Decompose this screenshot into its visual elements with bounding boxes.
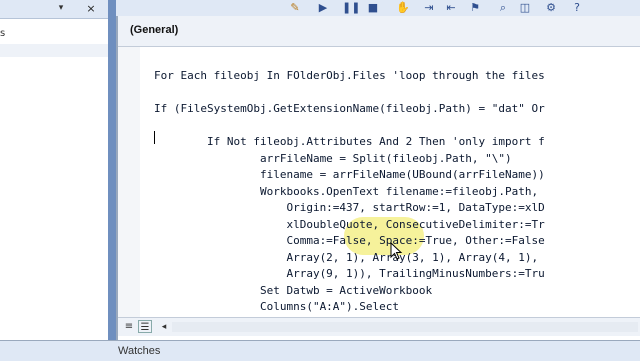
code-line[interactable]: Workbooks.OpenText filename:=fileobj.Pat…	[154, 185, 538, 199]
hand-icon[interactable]: ✋	[396, 1, 410, 15]
design-mode-icon[interactable]: ✎	[288, 1, 302, 15]
scroll-left-icon[interactable]: ◂	[158, 321, 170, 333]
code-line[interactable]: For Each fileobj In FOlderObj.Files 'loo…	[154, 69, 545, 83]
project-explorer-pane: ▾ × s	[0, 0, 109, 340]
project-explorer-toolbar: ▾ ×	[0, 0, 108, 19]
code-editor[interactable]: For Each fileobj In FOlderObj.Files 'loo…	[140, 47, 640, 317]
code-line[interactable]: filename = arrFileName(UBound(arrFileNam…	[154, 168, 545, 182]
full-module-view-button[interactable]: ☰	[138, 320, 152, 333]
watches-title: Watches	[118, 345, 161, 357]
code-window: (General) For Each fileobj In FOlderObj.…	[116, 16, 640, 340]
close-icon[interactable]: ×	[84, 2, 98, 16]
code-line[interactable]: Array(9, 1)), TrailingMinusNumbers:=Tru	[154, 267, 544, 281]
object-combo-bar: (General)	[118, 16, 640, 47]
code-line[interactable]: Comma:=False, Space:=True, Other:=False	[154, 234, 544, 248]
project-tree-row[interactable]	[0, 44, 108, 57]
code-line[interactable]: Array(2, 1), Array(3, 1), Array(4, 1),	[154, 251, 538, 265]
text-caret	[154, 131, 155, 144]
code-line[interactable]: If Not fileobj.Attributes And 2 Then 'on…	[154, 135, 545, 149]
object-browser-icon[interactable]: ◫	[518, 1, 532, 15]
object-combo[interactable]: (General)	[130, 24, 178, 36]
code-window-footer: ≡ ☰ ◂	[118, 317, 640, 336]
code-line[interactable]: Columns("A:A").Select	[154, 300, 399, 314]
settings-icon[interactable]: ⚙	[544, 1, 558, 15]
reset-icon[interactable]: ■	[366, 1, 380, 15]
help-icon[interactable]: ?	[570, 1, 584, 15]
watches-window: Watches	[0, 340, 640, 361]
find-icon[interactable]: ⌕	[496, 1, 510, 15]
code-line[interactable]: xlDoubleQuote, ConsecutiveDelimiter:=Tr	[154, 218, 544, 232]
horizontal-scrollbar[interactable]	[172, 322, 638, 332]
outdent-icon[interactable]: ⇤	[444, 1, 458, 15]
code-line[interactable]: arrFileName = Split(fileobj.Path, "\")	[154, 152, 512, 166]
code-margin[interactable]	[118, 47, 141, 317]
dropdown-arrow-icon[interactable]: ▾	[56, 3, 66, 13]
code-line[interactable]: If (FileSystemObj.GetExtensionName(fileo…	[154, 102, 545, 116]
indent-icon[interactable]: ⇥	[422, 1, 436, 15]
standard-toolbar: ✎ ▶ ❚❚ ■ ✋ ⇥ ⇤ ⚑ ⌕ ◫ ⚙ ?	[116, 0, 640, 17]
code-line[interactable]: Origin:=437, startRow:=1, DataType:=xlD	[154, 201, 544, 215]
run-icon[interactable]: ▶	[316, 1, 330, 15]
splitter[interactable]	[108, 0, 116, 340]
code-line[interactable]: Set Datwb = ActiveWorkbook	[154, 284, 432, 298]
toggle-bookmark-icon[interactable]: ⚑	[468, 1, 482, 15]
pause-icon[interactable]: ❚❚	[342, 1, 360, 15]
procedure-view-button[interactable]: ≡	[122, 320, 136, 333]
project-tree-item[interactable]: s	[0, 28, 5, 39]
mouse-pointer-icon	[390, 242, 403, 260]
